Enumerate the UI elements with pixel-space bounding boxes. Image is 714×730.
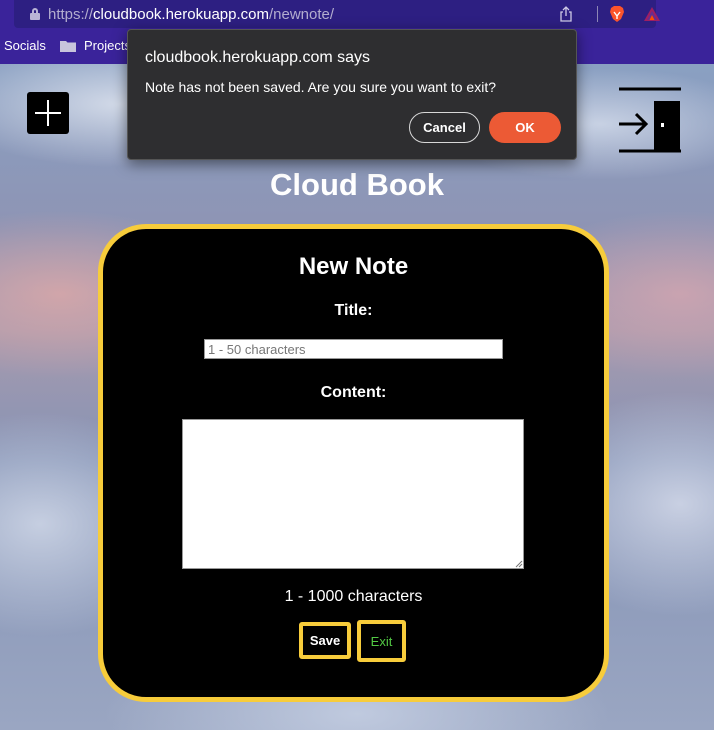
cancel-button[interactable]: Cancel	[409, 112, 480, 143]
url-path: /newnote/	[268, 6, 335, 23]
url-text[interactable]: https://cloudbook.herokuapp.com/newnote/	[48, 6, 334, 23]
lock-icon[interactable]	[30, 8, 40, 20]
bookmark-socials[interactable]: Socials	[4, 38, 46, 53]
address-bar[interactable]: https://cloudbook.herokuapp.com/newnote/	[14, 0, 660, 28]
url-prefix: https://	[48, 6, 94, 23]
ok-button[interactable]: OK	[489, 112, 561, 143]
content-textarea[interactable]	[182, 419, 524, 569]
exit-door-icon[interactable]	[617, 86, 683, 154]
bookmark-projects[interactable]: Projects	[84, 38, 131, 53]
new-note-card: New Note Title: Content: 1 - 1000 charac…	[98, 224, 609, 702]
brave-shield-icon[interactable]	[608, 5, 626, 23]
confirm-dialog: cloudbook.herokuapp.com says Note has no…	[127, 29, 577, 160]
title-label: Title:	[334, 302, 373, 319]
card-heading: New Note	[298, 253, 409, 280]
exit-button[interactable]: Exit	[357, 620, 406, 662]
folder-icon	[60, 41, 76, 52]
content-label: Content:	[320, 384, 387, 401]
add-note-button[interactable]	[27, 92, 69, 134]
content-char-hint: 1 - 1000 characters	[284, 588, 423, 605]
dialog-message: Note has not been saved. Are you sure yo…	[145, 79, 496, 95]
title-input[interactable]	[204, 339, 503, 359]
url-host: cloudbook.herokuapp.com	[93, 6, 269, 23]
bat-rewards-icon[interactable]	[643, 6, 661, 22]
app-title: Cloud Book	[270, 167, 444, 202]
address-bar-divider	[597, 6, 598, 22]
share-icon[interactable]	[559, 6, 573, 22]
save-button[interactable]: Save	[299, 622, 351, 659]
dialog-title: cloudbook.herokuapp.com says	[145, 49, 371, 66]
resize-grip-icon[interactable]	[514, 559, 523, 568]
